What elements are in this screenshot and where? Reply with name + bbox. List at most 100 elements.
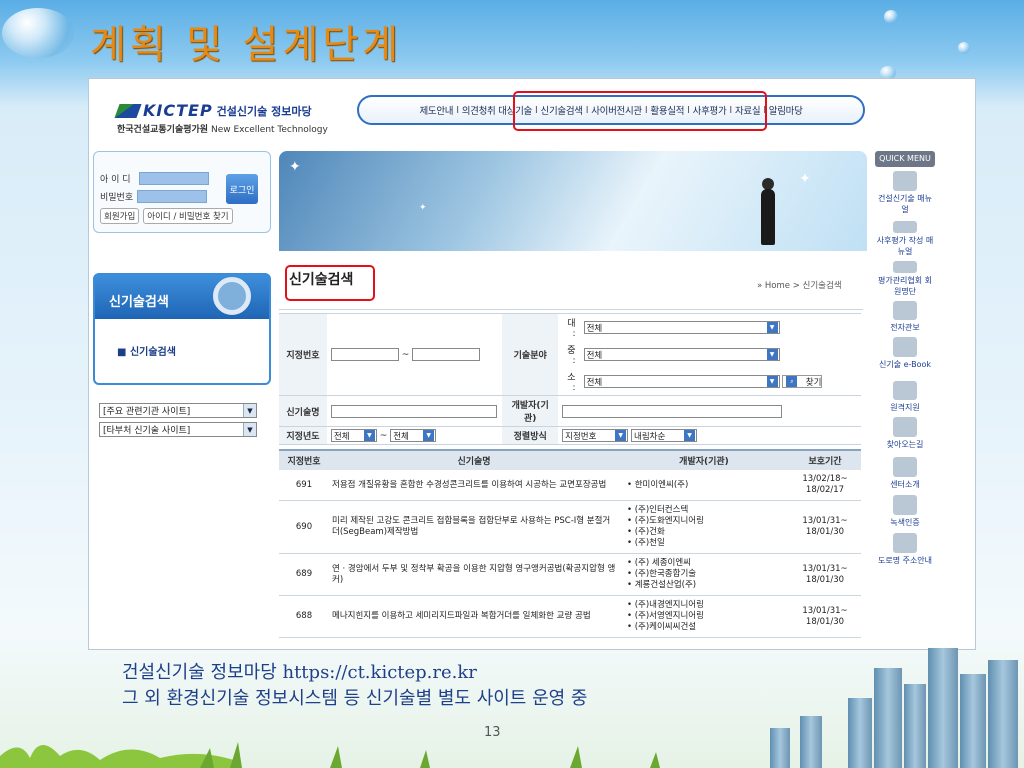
large-category-select[interactable]: 전체 ▼ <box>583 321 780 334</box>
developer-name: 계룡건설산업(주) <box>634 580 697 590</box>
org-tagline: New Excellent Technology <box>210 125 328 135</box>
slide-title: 계획 및 설계단계 <box>90 23 402 68</box>
quick-item-label: 찾아오는길 <box>886 440 924 449</box>
quick-item-green-cert[interactable]: 녹색인증 <box>875 495 935 529</box>
col-header: 개발자(기관) <box>619 449 789 470</box>
quick-item-label: 녹색인증 <box>890 518 920 527</box>
quick-menu-title: QUICK MENU <box>875 151 935 167</box>
row-tech-name[interactable]: 미리 제작된 고강도 콘크리트 접합블록을 접합단부로 사용하는 PSC-I형 … <box>329 500 619 554</box>
row-tech-name[interactable]: 저용점 개질유황을 혼합한 수경성콘크리트를 이용하여 시공하는 교면포장공법 <box>329 470 619 501</box>
caption-line-1: 건설신기술 정보마당 https://ct.kictep.re.kr <box>122 662 477 683</box>
sort-label: 정렬방식 <box>502 426 559 445</box>
col-header: 지정번호 <box>279 449 329 470</box>
quick-item-remote[interactable]: 원격지원 <box>875 381 935 413</box>
designation-to-input[interactable] <box>412 348 481 361</box>
row-tech-name[interactable]: 연 · 경암에서 두부 및 정착부 확공을 이용한 지압형 영구앵커공법(확공지… <box>329 553 619 596</box>
quick-item-manual[interactable]: 건설신기술 매뉴얼 <box>875 171 935 217</box>
field-label: 기술분야 <box>502 313 559 396</box>
range-separator: ~ <box>379 431 388 441</box>
quick-item-label: 도로명 주소안내 <box>877 556 933 565</box>
period-end: 18/02/17 <box>805 485 845 495</box>
join-link[interactable]: 회원가입 <box>100 208 140 224</box>
year-to-select[interactable]: 전체 ▼ <box>390 429 437 442</box>
developer-name: 한미이엔씨(주) <box>634 479 689 490</box>
city-building-decoration <box>874 668 902 768</box>
newspaper-icon <box>893 301 917 320</box>
building-icon <box>893 457 917 477</box>
period-start: 13/02/18~ <box>802 474 848 484</box>
chevron-down-icon: ▼ <box>766 349 778 360</box>
sidebar-panel: 신기술검색 ■ 신기술검색 <box>93 273 271 385</box>
quick-item-label: 평가관리협회 회원명단 <box>877 276 933 296</box>
caption-line-2: 그 외 환경신기술 정보시스템 등 신기술별 별도 사이트 운영 중 <box>122 688 588 709</box>
highlight-box-nav <box>513 91 767 131</box>
table-row[interactable]: 689 연 · 경암에서 두부 및 정착부 확공을 이용한 지압형 영구앵커공법… <box>279 553 861 596</box>
sort-order-select[interactable]: 내림차순 ▼ <box>631 429 698 442</box>
developer-label: 개발자(기관) <box>502 395 559 427</box>
table-row[interactable]: 691 저용점 개질유황을 혼합한 수경성콘크리트를 이용하여 시공하는 교면포… <box>279 470 861 501</box>
city-building-decoration <box>960 674 986 768</box>
kictep-logo-icon <box>114 103 142 118</box>
mid-category-select[interactable]: 전체 ▼ <box>583 348 780 361</box>
quick-item-post-eval[interactable]: 사후평가 작성 매뉴얼 <box>875 221 935 257</box>
related-sites-select[interactable]: [주요 관련기관 사이트] ▼ <box>99 403 257 418</box>
developer-name: (주)내경엔지니어링 <box>634 600 704 610</box>
quick-item-directions[interactable]: 찾아오는길 <box>875 417 935 453</box>
chevron-down-icon: ▼ <box>766 376 778 387</box>
city-building-decoration <box>988 660 1018 768</box>
table-row[interactable]: 688 메나지힌지를 이용하고 세미리지드파일과 복합거더를 일체화한 교량 공… <box>279 595 861 638</box>
sidebar-item-tech-search[interactable]: ■ 신기술검색 <box>95 319 269 358</box>
quick-item-members[interactable]: 평가관리협회 회원명단 <box>875 261 935 297</box>
nav-item[interactable]: 알림마당 <box>766 103 806 117</box>
chevron-down-icon: ▼ <box>423 430 435 441</box>
water-drop-decoration <box>958 42 970 54</box>
developer-input[interactable] <box>562 404 783 418</box>
quick-item-ebook[interactable]: 신기술 e-Book <box>875 337 935 377</box>
row-tech-name[interactable]: 메나지힌지를 이용하고 세미리지드파일과 복합거더를 일체화한 교량 공법 <box>329 595 619 638</box>
range-separator: ~ <box>401 350 410 360</box>
id-label: 아 이 디 <box>100 175 131 185</box>
row-number: 691 <box>279 470 329 501</box>
developer-name: (주)건화 <box>634 527 665 537</box>
city-building-decoration <box>770 728 790 768</box>
search-icon: ⌕ <box>786 376 798 387</box>
select-value: 전체 <box>393 431 409 442</box>
nav-item[interactable]: 제도안내 <box>416 103 456 117</box>
quick-item-label: 사후평가 작성 매뉴얼 <box>876 236 934 256</box>
login-button[interactable]: 로그인 <box>226 174 258 204</box>
designation-from-input[interactable] <box>330 348 399 361</box>
period-start: 13/01/31~ <box>802 605 848 616</box>
select-value: 내림차순 <box>634 431 666 442</box>
pw-input[interactable] <box>137 190 208 203</box>
quick-item-about[interactable]: 센터소개 <box>875 457 935 491</box>
sparkle-icon: ✦ <box>419 203 427 213</box>
results-table: 지정번호 신기술명 개발자(기관) 보호기간 691 저용점 개질유황을 혼합한… <box>279 449 861 638</box>
select-value: 지정번호 <box>565 431 597 442</box>
year-from-select[interactable]: 전체 ▼ <box>330 429 377 442</box>
other-ministry-sites-select[interactable]: [타부처 신기술 사이트] ▼ <box>99 422 257 437</box>
page-number: 13 <box>484 725 501 740</box>
breadcrumb[interactable]: » Home > 신기술검색 <box>757 279 842 291</box>
select-value: 전체 <box>333 431 350 442</box>
row-developers: • (주) 세종이엔씨 • (주)한국종합기술 • 계룡건설산업(주) <box>619 553 789 596</box>
city-building-decoration <box>848 698 872 768</box>
developer-name: (주) 세종이엔씨 <box>634 558 691 568</box>
city-building-decoration <box>800 716 822 768</box>
quick-item-gazette[interactable]: 전자관보 <box>875 301 935 333</box>
quick-item-label: 건설신기술 매뉴얼 <box>877 194 933 214</box>
select-value: 전체 <box>586 350 603 361</box>
search-form: 지정번호 ~ 기술분야 대 : 전체 ▼ 중 : 전체 ▼ 소 : 전체 ▼ ⌕ 찾기 … <box>279 313 861 445</box>
find-button[interactable]: ⌕ 찾기 <box>782 375 823 388</box>
select-value: [주요 관련기관 사이트] <box>103 407 191 417</box>
row-developers: • (주)내경엔지니어링 • (주)서영엔지니어링 • (주)케이씨씨건설 <box>619 595 789 638</box>
table-row[interactable]: 690 미리 제작된 고강도 콘크리트 접합블록을 접합단부로 사용하는 PSC… <box>279 500 861 554</box>
id-input[interactable] <box>138 172 209 185</box>
find-account-link[interactable]: 아이디 / 비밀번호 찾기 <box>143 208 233 224</box>
small-category-select[interactable]: 전체 ▼ <box>583 375 780 388</box>
developer-name: (주)인터컨스텍 <box>634 505 689 515</box>
site-logo[interactable]: KICTEP 건설신기술 정보마당 한국건설교통기술평가원 New Excell… <box>114 101 337 135</box>
tech-name-input[interactable] <box>330 404 497 418</box>
developer-name: (주)천일 <box>634 538 665 548</box>
quick-item-road-address[interactable]: 도로명 주소안내 <box>875 533 935 573</box>
sort-field-select[interactable]: 지정번호 ▼ <box>562 429 629 442</box>
